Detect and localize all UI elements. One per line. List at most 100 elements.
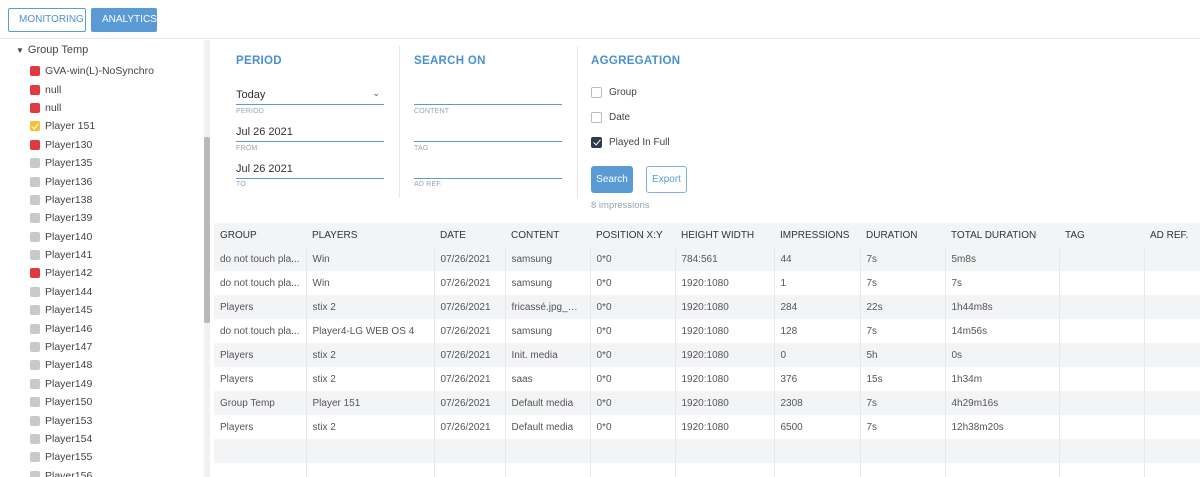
player-list-item[interactable]: Player141 <box>30 246 154 264</box>
column-header[interactable]: GROUP <box>214 223 306 247</box>
status-square-icon[interactable] <box>30 158 40 169</box>
sidebar-scrollbar-thumb[interactable] <box>204 137 210 323</box>
group-checkbox-row[interactable]: Group <box>591 87 637 98</box>
ad-ref-field[interactable] <box>414 159 562 179</box>
column-header[interactable]: PLAYERS <box>306 223 434 247</box>
table-cell <box>1144 343 1200 367</box>
status-square-icon[interactable] <box>30 323 40 334</box>
table-row[interactable]: Players stix 2 07/26/2021 Default media 0*0 1… <box>214 415 1200 439</box>
status-square-icon[interactable] <box>30 305 40 316</box>
player-list-item[interactable]: Player150 <box>30 393 154 411</box>
player-list-item[interactable]: Player154 <box>30 430 154 448</box>
status-square-icon[interactable] <box>30 434 40 444</box>
player-list-item[interactable]: Player138 <box>30 191 154 209</box>
column-header[interactable]: AD REF. <box>1144 223 1200 247</box>
from-date-field[interactable]: Jul 26 2021 <box>236 122 384 142</box>
status-square-icon[interactable] <box>30 139 40 150</box>
player-list-item[interactable]: Player155 <box>30 448 154 466</box>
player-name: Player147 <box>45 341 93 354</box>
status-square-icon[interactable] <box>30 176 40 187</box>
played-in-full-checkbox[interactable] <box>591 137 602 148</box>
status-square-icon[interactable] <box>30 360 40 371</box>
caret-down-icon[interactable]: ▼ <box>16 46 24 55</box>
player-list-item[interactable]: Player146 <box>30 319 154 337</box>
player-list-item[interactable]: Player 151 <box>30 117 154 135</box>
status-square-icon[interactable] <box>30 397 40 408</box>
period-select[interactable]: Today ⌄ <box>236 85 384 105</box>
content-field[interactable] <box>414 85 562 105</box>
tag-field[interactable] <box>414 122 562 142</box>
player-list-item[interactable]: null <box>30 99 154 117</box>
status-square-icon[interactable] <box>30 378 40 389</box>
status-check-icon[interactable] <box>30 121 40 132</box>
column-header[interactable]: HEIGHT WIDTH <box>675 223 774 247</box>
table-cell: 1920:1080 <box>675 367 775 391</box>
table-row[interactable]: Players stix 2 07/26/2021 Init. media 0*0 192… <box>214 343 1200 367</box>
player-list-item[interactable]: Player156 <box>30 467 154 477</box>
player-list-item[interactable]: Player145 <box>30 301 154 319</box>
search-button[interactable]: Search <box>591 166 633 193</box>
player-list-item[interactable]: Player149 <box>30 375 154 393</box>
player-list-item[interactable]: Player153 <box>30 411 154 429</box>
status-square-icon[interactable] <box>30 66 40 77</box>
status-square-icon[interactable] <box>30 102 40 113</box>
player-list-item[interactable]: Player148 <box>30 356 154 374</box>
chevron-down-icon: ⌄ <box>372 88 380 98</box>
status-square-icon[interactable] <box>30 452 40 463</box>
status-square-icon[interactable] <box>30 268 40 279</box>
column-header[interactable]: DATE <box>434 223 505 247</box>
status-square-icon[interactable] <box>30 194 40 205</box>
table-row[interactable]: Players stix 2 07/26/2021 saas 0*0 1920:1080 3… <box>214 367 1200 391</box>
table-row[interactable]: do not touch pla... Win 07/26/2021 samsung 0… <box>214 271 1200 295</box>
status-square-icon[interactable] <box>30 286 40 297</box>
player-list-item[interactable]: Player130 <box>30 136 154 154</box>
column-header[interactable]: POSITION X:Y <box>590 223 675 247</box>
status-square-icon[interactable] <box>30 342 40 353</box>
status-square-icon[interactable] <box>30 213 40 224</box>
table-row[interactable]: Group Temp Player 151 07/26/2021 Default me… <box>214 391 1200 415</box>
player-list-item[interactable]: Player135 <box>30 154 154 172</box>
column-header[interactable]: TAG <box>1059 223 1144 247</box>
player-list-item[interactable]: Player139 <box>30 209 154 227</box>
tab-monitoring[interactable]: MONITORING <box>8 8 86 32</box>
column-header[interactable]: IMPRESSIONS <box>774 223 860 247</box>
date-checkbox[interactable] <box>591 112 602 123</box>
table-cell <box>505 439 591 463</box>
table-row[interactable]: do not touch pla... Player4-LG WEB OS 4 07… <box>214 319 1200 343</box>
player-list-item[interactable]: Player142 <box>30 264 154 282</box>
table-row[interactable] <box>214 439 1200 463</box>
table-row[interactable]: Players stix 2 07/26/2021 fricassé.jpg_Copy… <box>214 295 1200 319</box>
table-cell: 22s <box>860 295 946 319</box>
column-header[interactable]: CONTENT <box>505 223 590 247</box>
status-square-icon[interactable] <box>30 415 40 426</box>
table-cell: Players <box>214 415 307 439</box>
tree-group-node[interactable]: ▼ Group Temp <box>16 44 88 56</box>
export-button[interactable]: Export <box>646 166 687 193</box>
player-list-item[interactable]: Player136 <box>30 172 154 190</box>
player-list-item[interactable]: GVA-win(L)-NoSynchro <box>30 62 154 80</box>
status-square-icon[interactable] <box>30 470 40 477</box>
player-list-item[interactable]: Player147 <box>30 338 154 356</box>
column-header[interactable]: DURATION <box>860 223 945 247</box>
player-name: Player145 <box>45 304 93 317</box>
to-date-field[interactable]: Jul 26 2021 <box>236 159 384 179</box>
status-square-icon[interactable] <box>30 84 40 95</box>
table-row[interactable]: do not touch pla... Win 07/26/2021 samsung 0… <box>214 247 1200 271</box>
status-square-icon[interactable] <box>30 231 40 242</box>
date-checkbox-row[interactable]: Date <box>591 112 630 123</box>
table-row[interactable] <box>214 463 1200 477</box>
table-cell: 7s <box>860 271 946 295</box>
status-square-icon[interactable] <box>30 250 40 261</box>
tab-analytics[interactable]: ANALYTICS <box>91 8 157 32</box>
table-cell <box>860 439 946 463</box>
table-cell <box>434 463 506 477</box>
player-list-item[interactable]: Player140 <box>30 228 154 246</box>
player-list-item[interactable]: null <box>30 80 154 98</box>
column-header[interactable]: TOTAL DURATION <box>945 223 1059 247</box>
table-cell: 5h <box>860 343 946 367</box>
player-list-item[interactable]: Player144 <box>30 283 154 301</box>
played-in-full-checkbox-row[interactable]: Played In Full <box>591 137 670 148</box>
table-cell: 1920:1080 <box>675 415 775 439</box>
group-checkbox[interactable] <box>591 87 602 98</box>
result-count: 8 impressions <box>591 200 650 211</box>
